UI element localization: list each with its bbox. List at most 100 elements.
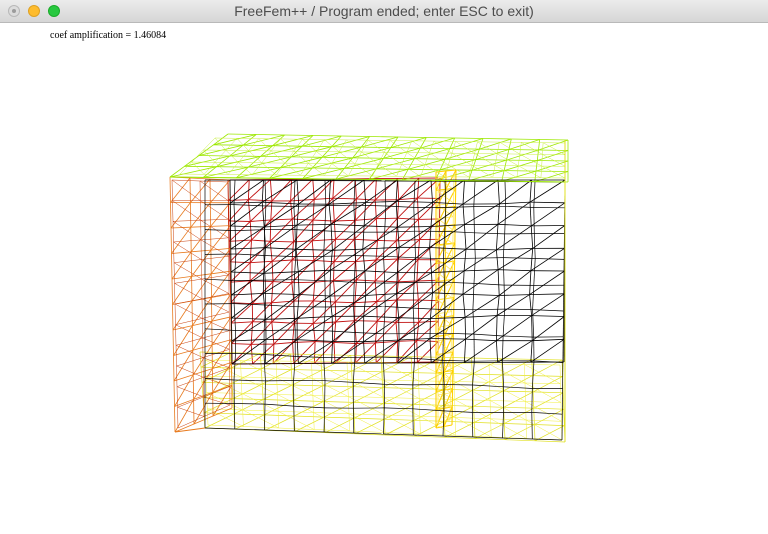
left-face-line <box>174 278 202 284</box>
yellow-band-line <box>435 408 445 429</box>
front-face-line <box>504 206 507 234</box>
front-face-line <box>323 256 326 281</box>
inner-mesh-line <box>354 238 378 241</box>
inner-mesh-line <box>313 178 335 200</box>
bottom-face-line <box>382 379 420 399</box>
front-face-line <box>497 223 532 227</box>
inner-mesh-line <box>250 219 271 222</box>
inner-mesh-line <box>312 179 315 200</box>
front-face-line <box>365 201 397 203</box>
front-face-line <box>502 309 506 337</box>
bottom-face-line <box>471 357 473 375</box>
front-face-line <box>297 224 332 226</box>
bottom-face-line <box>384 418 415 421</box>
front-face-line <box>294 229 325 232</box>
top-face-line <box>539 139 569 141</box>
bottom-face-line <box>534 424 536 441</box>
left-face-line <box>199 180 229 201</box>
left-face-line <box>172 329 174 356</box>
top-face-line <box>191 149 204 163</box>
front-face-line <box>363 202 366 226</box>
front-face-line <box>472 309 475 335</box>
bottom-face-line <box>276 377 278 395</box>
top-face-line <box>276 162 286 176</box>
front-face-line <box>362 249 366 271</box>
bottom-face-line <box>383 397 420 399</box>
front-face-line <box>264 429 295 432</box>
yellow-band-line <box>443 406 453 427</box>
bottom-face-line <box>311 361 313 379</box>
bottom-face-line <box>524 364 561 385</box>
bottom-face-line <box>277 394 279 412</box>
inner-mesh-line <box>292 218 314 221</box>
yellow-band-line <box>435 188 446 191</box>
front-face-line <box>395 179 398 202</box>
bottom-face-line <box>313 412 315 430</box>
front-face-line <box>204 427 235 430</box>
bottom-face-line <box>490 418 527 439</box>
top-face-line <box>248 166 281 168</box>
front-face-line <box>531 293 565 316</box>
top-face-line <box>390 137 427 148</box>
front-face-line <box>354 332 384 335</box>
front-face-line <box>330 202 366 225</box>
front-face-line <box>462 294 466 318</box>
bottom-face-line <box>314 429 350 432</box>
bottom-face-line <box>453 363 490 365</box>
top-face-line <box>511 138 540 140</box>
inner-mesh-line <box>375 240 397 261</box>
top-face-line <box>397 136 427 138</box>
bottom-face-line <box>382 362 384 381</box>
front-face-line <box>529 293 565 295</box>
bottom-face-line <box>501 358 532 360</box>
bottom-face-line <box>534 424 565 426</box>
title-bar[interactable]: FreeFem++ / Program ended; enter ESC to … <box>0 0 768 23</box>
front-face-line <box>462 270 465 295</box>
inner-mesh-line <box>334 343 357 364</box>
bottom-face-line <box>443 389 474 406</box>
inner-mesh-line <box>291 281 315 284</box>
left-face-line <box>173 380 175 407</box>
inner-mesh-line <box>250 321 254 345</box>
inner-mesh-line <box>374 258 398 282</box>
bottom-face-line <box>503 406 534 409</box>
inner-mesh-line <box>376 199 399 220</box>
front-face-line <box>503 285 506 310</box>
front-face-line <box>502 233 506 258</box>
inner-mesh-line <box>247 199 251 222</box>
inner-mesh-line <box>418 320 439 323</box>
top-face-line <box>468 170 505 182</box>
top-face-line <box>248 156 292 168</box>
front-face-line <box>328 179 365 205</box>
inner-mesh-line <box>416 280 419 301</box>
bottom-face-line <box>525 401 562 422</box>
bottom-face-line <box>472 373 503 376</box>
inner-mesh-line <box>416 320 439 341</box>
left-face-line <box>210 248 231 251</box>
mesh-canvas[interactable] <box>0 24 768 534</box>
inner-mesh-line <box>396 341 399 363</box>
top-face-line <box>369 136 399 138</box>
inner-mesh-line <box>356 178 377 200</box>
top-face-line <box>312 135 342 137</box>
yellow-band-line <box>443 424 453 428</box>
inner-mesh-line <box>290 179 293 201</box>
bottom-face-line <box>241 393 243 411</box>
front-face-line <box>496 295 500 316</box>
inner-mesh-line <box>251 281 274 305</box>
inner-mesh-line <box>354 178 357 199</box>
left-face-line <box>175 345 177 367</box>
left-face-line <box>169 176 171 203</box>
inner-mesh-line <box>374 178 377 201</box>
yellow-band-line <box>435 371 445 392</box>
bottom-face-line <box>474 422 505 424</box>
top-face-line <box>408 168 441 171</box>
left-face-line <box>171 251 192 254</box>
inner-mesh-line <box>252 302 272 305</box>
left-face-line <box>209 179 231 203</box>
bottom-face-line <box>277 411 315 430</box>
top-face-line <box>284 134 314 136</box>
top-face-line <box>312 157 353 169</box>
top-face-line <box>227 162 239 175</box>
yellow-band-line <box>444 260 456 281</box>
